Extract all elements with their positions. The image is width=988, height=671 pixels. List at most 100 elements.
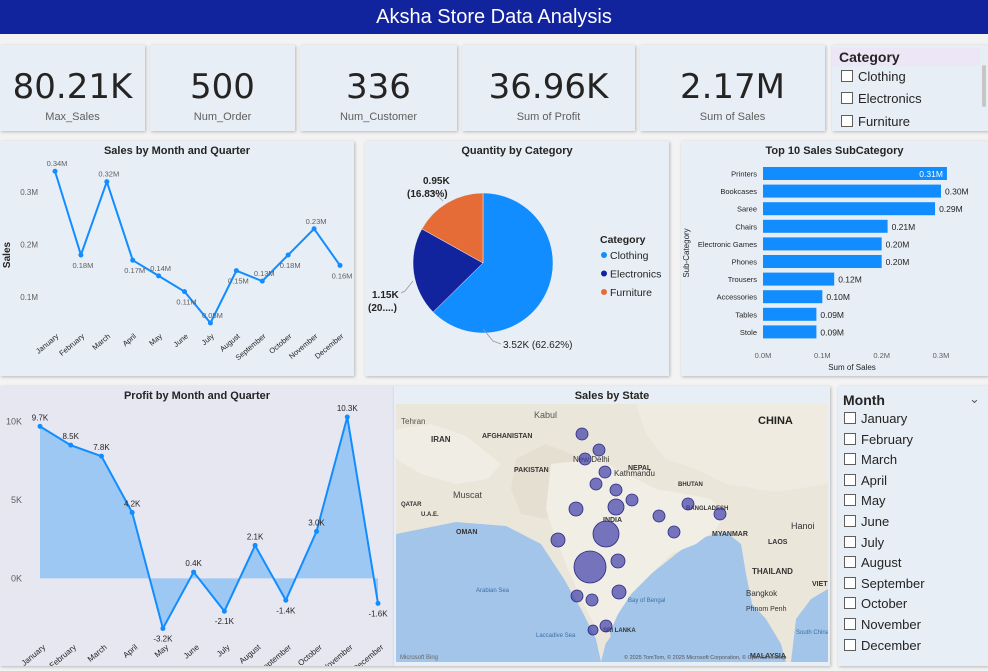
x-tick-label: June bbox=[182, 642, 201, 660]
checkbox-icon[interactable] bbox=[841, 70, 853, 82]
checkbox-icon[interactable] bbox=[844, 494, 856, 507]
checkbox-icon[interactable] bbox=[844, 515, 856, 527]
data-label: 10.3K bbox=[337, 404, 359, 413]
state-bubble bbox=[585, 593, 599, 607]
map-place-label: VIETN bbox=[812, 581, 828, 588]
month-option-label: June bbox=[861, 514, 890, 529]
data-point bbox=[311, 226, 317, 232]
map-place-label: Hanoi bbox=[791, 521, 815, 531]
data-point bbox=[129, 510, 135, 516]
data-label: 0.11M bbox=[176, 298, 196, 307]
map-place-label: THAILAND bbox=[752, 567, 793, 576]
state-bubble bbox=[713, 507, 727, 521]
kpi-label: Sum of Profit bbox=[516, 111, 581, 123]
category-label: Phones bbox=[732, 258, 758, 267]
checkbox-icon[interactable] bbox=[844, 473, 856, 486]
map-place-label: Bangkok bbox=[746, 589, 778, 598]
data-label: 0.32M bbox=[98, 170, 119, 179]
month-option-label: March bbox=[861, 452, 898, 468]
month-option-june[interactable]: June bbox=[844, 514, 889, 529]
checkbox-icon[interactable] bbox=[841, 92, 853, 104]
data-point bbox=[252, 542, 258, 548]
data-label: 0.30M bbox=[945, 187, 969, 197]
checkbox-icon[interactable] bbox=[844, 453, 856, 466]
data-label: 8.5K bbox=[62, 432, 79, 441]
checkbox-icon[interactable] bbox=[844, 412, 856, 424]
x-tick-label: March bbox=[90, 332, 112, 352]
data-point bbox=[182, 289, 188, 295]
month-option-january[interactable]: January bbox=[844, 411, 907, 426]
top-subcategory-chart: Top 10 Sales SubCategory Sub-Category Pri… bbox=[681, 141, 988, 376]
data-label: -1.6K bbox=[368, 609, 388, 618]
checkbox-icon[interactable] bbox=[841, 115, 853, 127]
slicer-scrollbar[interactable] bbox=[982, 65, 986, 107]
x-tick-label: 0.2M bbox=[873, 351, 890, 360]
month-option-september[interactable]: September bbox=[844, 576, 925, 591]
category-label: Accessories bbox=[717, 293, 758, 302]
month-option-august[interactable]: August bbox=[844, 555, 901, 570]
category-option-clothing[interactable]: Clothing bbox=[841, 69, 906, 84]
bar bbox=[763, 237, 882, 251]
data-label: 0.4K bbox=[185, 559, 202, 568]
month-option-march[interactable]: March bbox=[844, 452, 897, 467]
category-label: Chairs bbox=[735, 222, 757, 231]
month-option-february[interactable]: February bbox=[844, 432, 913, 447]
bar bbox=[763, 219, 888, 233]
data-point bbox=[37, 423, 43, 429]
data-point bbox=[160, 625, 166, 631]
state-bubble bbox=[625, 493, 639, 507]
category-label: Bookcases bbox=[720, 187, 757, 196]
category-option-furniture[interactable]: Furniture bbox=[841, 114, 910, 129]
chevron-down-icon[interactable]: ⌄ bbox=[969, 391, 980, 407]
sales-by-month-chart: Sales by Month and Quarter Sales 0.1M 0.2M… bbox=[0, 141, 354, 376]
pie-svg: 3.52K (62.62%) 1.15K (20....) 0.95K (16.83%)… bbox=[368, 176, 661, 351]
month-option-may[interactable]: May bbox=[844, 493, 886, 508]
state-bubble bbox=[592, 520, 620, 548]
checkbox-icon[interactable] bbox=[844, 556, 856, 569]
slice-label: 0.95K bbox=[423, 176, 450, 187]
x-tick-label: 0.0M bbox=[755, 351, 772, 360]
y-axis-label: Sub-Category bbox=[682, 228, 691, 277]
data-point bbox=[68, 442, 74, 448]
category-option-electronics[interactable]: Electronics bbox=[841, 91, 922, 106]
checkbox-icon[interactable] bbox=[844, 535, 856, 548]
state-bubble bbox=[568, 501, 584, 517]
bar bbox=[763, 290, 823, 304]
state-bubble bbox=[607, 498, 625, 516]
data-point bbox=[285, 252, 291, 258]
data-point bbox=[344, 414, 350, 420]
map-canvas[interactable]: KabulTehranIRANAFGHANISTANPAKISTANNew De… bbox=[396, 404, 828, 662]
data-point bbox=[221, 608, 227, 614]
x-tick-label: March bbox=[86, 643, 109, 664]
checkbox-icon[interactable] bbox=[844, 432, 856, 445]
state-bubble bbox=[589, 477, 603, 491]
chart-title: Sales by State bbox=[574, 390, 650, 402]
dashboard-title: Aksha Store Data Analysis bbox=[0, 0, 988, 34]
x-tick-label: October bbox=[296, 642, 324, 666]
x-tick-label: 0.3M bbox=[933, 351, 950, 360]
month-slicer-title: Month bbox=[843, 392, 885, 408]
map-place-label: Kabul bbox=[534, 410, 557, 420]
data-point bbox=[104, 179, 110, 185]
x-tick-label: January bbox=[34, 331, 60, 355]
month-option-july[interactable]: July bbox=[844, 535, 884, 550]
checkbox-icon[interactable] bbox=[844, 576, 856, 589]
checkbox-icon[interactable] bbox=[844, 638, 856, 651]
data-label: 0.14M bbox=[150, 264, 171, 273]
data-point bbox=[130, 257, 136, 263]
y-tick-label: 0.2M bbox=[20, 241, 38, 250]
data-point bbox=[375, 600, 381, 606]
checkbox-icon[interactable] bbox=[844, 618, 856, 630]
profit-area-svg: 0K 5K 10K 9.7K January 8.5K February 7.8K March 4… bbox=[6, 404, 388, 666]
month-option-november[interactable]: November bbox=[844, 617, 921, 632]
state-bubble bbox=[652, 509, 666, 523]
checkbox-icon[interactable] bbox=[844, 597, 856, 610]
category-label: Printers bbox=[731, 170, 757, 179]
month-option-label: February bbox=[861, 431, 914, 447]
state-bubble bbox=[667, 525, 681, 539]
month-option-december[interactable]: December bbox=[844, 638, 921, 653]
month-option-october[interactable]: October bbox=[844, 596, 907, 611]
y-tick-label: 0.3M bbox=[20, 188, 38, 197]
month-option-april[interactable]: April bbox=[844, 473, 887, 488]
x-tick-label: July bbox=[215, 643, 232, 659]
